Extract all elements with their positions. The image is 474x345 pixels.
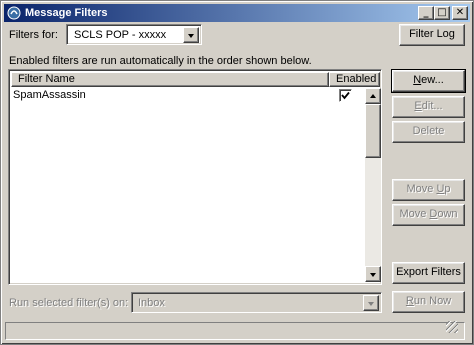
table-row[interactable]: SpamAssassin <box>11 88 363 104</box>
filters-for-label: Filters for: <box>9 29 58 41</box>
filter-log-button[interactable]: Filter Log <box>399 24 465 46</box>
chevron-down-icon[interactable] <box>363 295 379 311</box>
export-filters-button[interactable]: Export Filters <box>392 262 465 284</box>
run-selected-label: Run selected filter(s) on: <box>9 297 129 309</box>
scroll-thumb[interactable] <box>365 104 381 158</box>
minimize-button[interactable]: _ <box>418 6 434 20</box>
maximize-button[interactable]: □ <box>434 6 450 20</box>
arrow-up-icon <box>370 94 376 98</box>
move-down-button[interactable]: Move Down <box>392 204 465 226</box>
chevron-down-icon[interactable] <box>183 27 199 43</box>
close-icon: ✕ <box>455 7 465 18</box>
enabled-filters-description: Enabled filters are run automatically in… <box>9 55 312 67</box>
arrow-down-icon <box>370 273 376 277</box>
account-select[interactable]: SCLS POP - xxxxx <box>66 24 202 45</box>
status-bar <box>5 321 465 340</box>
column-header-filter-name[interactable]: Filter Name <box>11 72 329 87</box>
checkmark-icon <box>341 91 350 100</box>
app-icon <box>7 6 21 20</box>
delete-filter-button[interactable]: Delete <box>392 121 465 143</box>
account-select-value: SCLS POP - xxxxx <box>74 29 167 41</box>
run-folder-select[interactable]: Inbox <box>131 292 382 313</box>
move-up-button[interactable]: Move Up <box>392 179 465 201</box>
window-title: Message Filters <box>25 7 108 19</box>
filter-name-cell: SpamAssassin <box>13 89 86 101</box>
run-folder-value: Inbox <box>138 297 165 309</box>
resize-grip-icon[interactable] <box>446 321 458 333</box>
minimize-icon: _ <box>423 7 429 18</box>
new-filter-button[interactable]: New... <box>391 69 466 93</box>
maximize-icon: □ <box>437 7 447 18</box>
scroll-up-button[interactable] <box>365 88 381 104</box>
enabled-checkbox[interactable] <box>339 89 352 102</box>
column-header-enabled[interactable]: Enabled <box>329 72 380 87</box>
filter-list[interactable]: Filter Name Enabled SpamAssassin <box>8 69 382 285</box>
run-now-button[interactable]: Run Now <box>392 291 465 313</box>
message-filters-window: Message Filters _ □ ✕ Filters for: SCLS … <box>0 0 474 345</box>
close-button[interactable]: ✕ <box>452 6 468 20</box>
filter-list-scrollbar[interactable] <box>365 88 381 282</box>
edit-filter-button[interactable]: Edit... <box>392 96 465 118</box>
scroll-down-button[interactable] <box>365 266 381 282</box>
title-bar[interactable]: Message Filters _ □ ✕ <box>4 4 470 22</box>
